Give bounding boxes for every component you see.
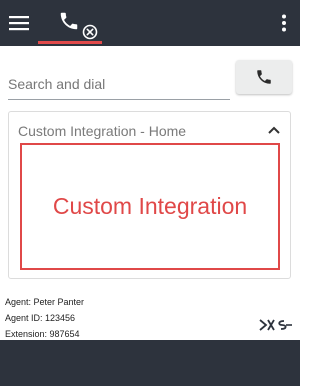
phone-icon xyxy=(257,70,271,84)
tab-phone[interactable] xyxy=(38,0,102,46)
top-app-bar xyxy=(0,0,300,46)
integration-card-title: Custom Integration - Home xyxy=(18,123,187,139)
menu-button[interactable] xyxy=(6,10,32,36)
collapse-button[interactable] xyxy=(263,120,285,140)
bottom-bar xyxy=(0,340,300,386)
integration-card: Custom Integration - Home Custom Integra… xyxy=(8,111,291,279)
phone-icon xyxy=(60,12,78,30)
chevron-up-icon xyxy=(268,126,280,134)
agent-name: Agent: Peter Panter xyxy=(5,297,85,307)
integration-content-text: Custom Integration xyxy=(52,193,248,219)
hamburger-menu-icon xyxy=(9,16,29,31)
search-input[interactable] xyxy=(8,68,230,100)
search-field xyxy=(8,68,230,100)
agent-id: Agent ID: 123456 xyxy=(5,313,76,323)
agent-info: Agent: Peter Panter Agent ID: 123456 Ext… xyxy=(5,294,84,342)
brand-logo-icon xyxy=(259,319,292,331)
circle-x-icon xyxy=(82,24,98,40)
dial-button[interactable] xyxy=(236,60,292,94)
active-tab-indicator xyxy=(38,41,102,44)
kebab-menu-icon xyxy=(282,14,286,32)
app-window: Custom Integration - Home Custom Integra… xyxy=(0,0,300,386)
overflow-menu-button[interactable] xyxy=(274,10,294,36)
integration-content-frame: Custom Integration xyxy=(20,143,280,270)
